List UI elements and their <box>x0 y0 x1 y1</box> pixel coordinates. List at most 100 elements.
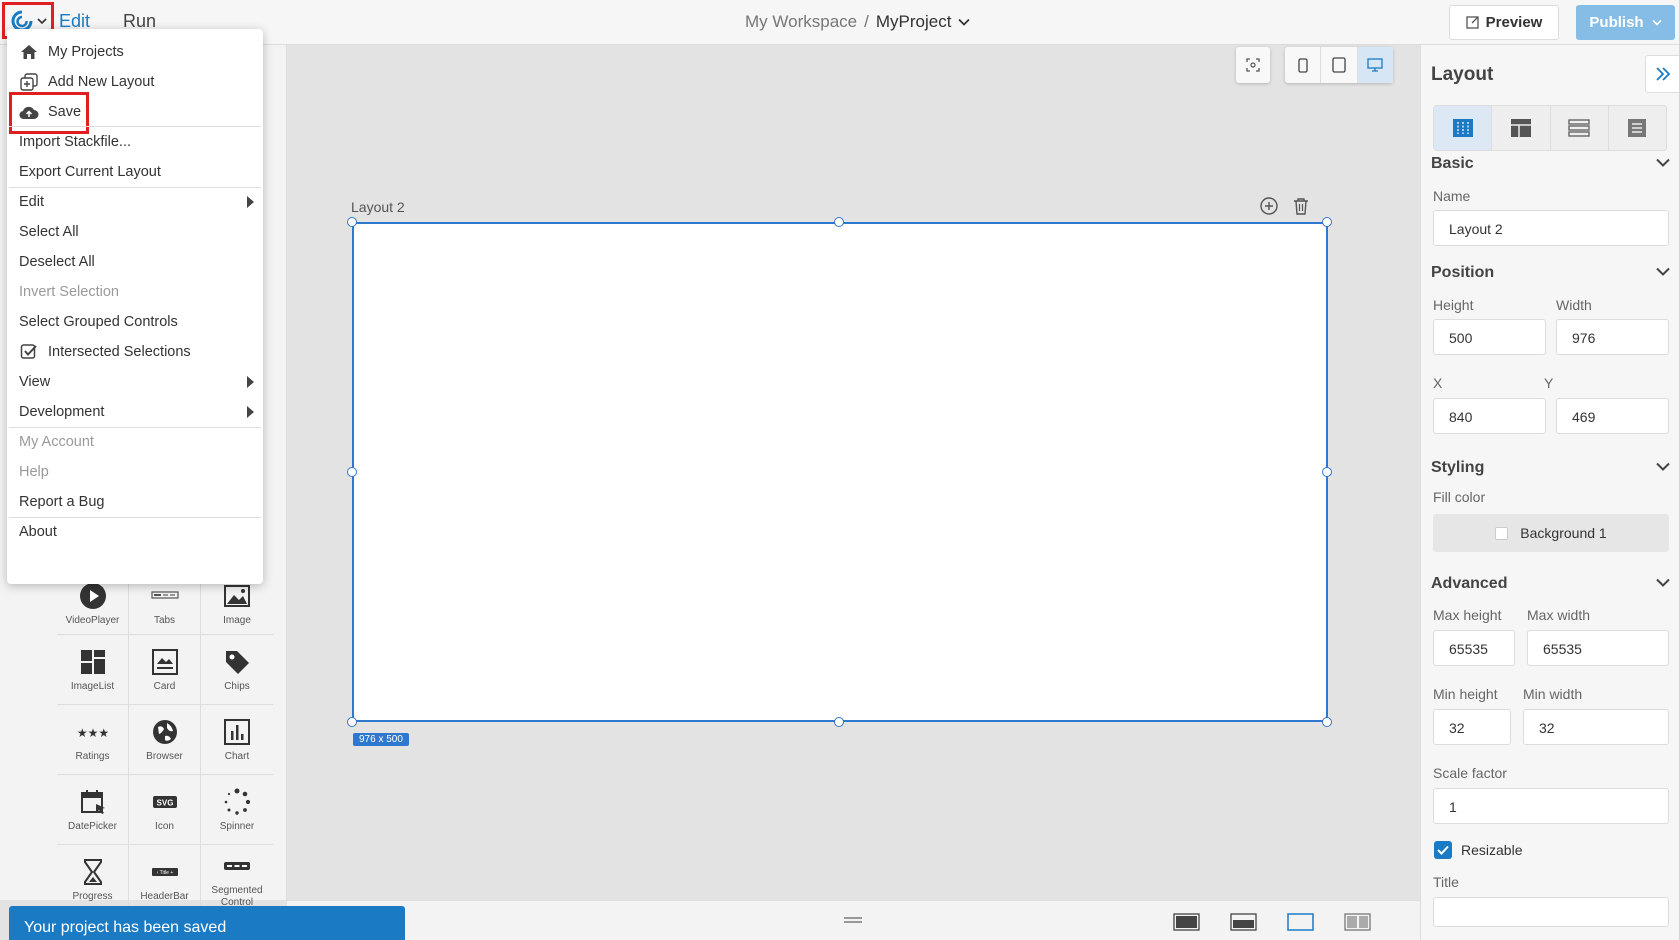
component-chart[interactable]: Chart <box>201 705 273 775</box>
layout-view-outline-icon[interactable] <box>1287 913 1314 935</box>
submenu-arrow-icon <box>247 376 254 388</box>
x-field[interactable]: 840 <box>1433 398 1546 434</box>
menu-item-deselect-all[interactable]: Deselect All <box>19 250 95 274</box>
resize-handle-top[interactable] <box>834 217 844 227</box>
menu-item-my-projects[interactable]: My Projects <box>19 40 124 64</box>
preview-button[interactable]: Preview <box>1449 5 1559 40</box>
width-field[interactable]: 976 <box>1556 319 1669 355</box>
tablet-icon <box>1332 57 1346 73</box>
chevron-down-icon[interactable] <box>1656 578 1670 587</box>
max-width-field[interactable]: 65535 <box>1527 630 1669 666</box>
height-field[interactable]: 500 <box>1433 319 1546 355</box>
chevron-down-icon[interactable] <box>958 18 971 26</box>
chevron-down-icon[interactable] <box>1656 158 1670 167</box>
breadcrumb: My Workspace / MyProject <box>745 12 971 32</box>
device-phone-button[interactable] <box>1285 47 1322 83</box>
min-height-label: Min height <box>1433 686 1498 702</box>
section-advanced-heading[interactable]: Advanced <box>1431 575 1507 593</box>
y-field[interactable]: 469 <box>1556 398 1669 434</box>
chevron-down-icon[interactable] <box>1656 267 1670 276</box>
resize-handle-left[interactable] <box>347 467 357 477</box>
layout-type-grid[interactable] <box>1492 106 1551 150</box>
component-browser[interactable]: Browser <box>129 705 201 775</box>
fit-to-screen-button[interactable] <box>1236 47 1270 83</box>
chart-icon <box>224 719 250 745</box>
breadcrumb-workspace[interactable]: My Workspace <box>745 12 857 32</box>
svg-text:SVG: SVG <box>156 799 173 808</box>
component-label: Tabs <box>153 615 176 626</box>
resize-handle-right[interactable] <box>1322 467 1332 477</box>
menu-item-import-stackfile[interactable]: Import Stackfile... <box>19 130 131 154</box>
menu-item-edit[interactable]: Edit <box>19 190 255 214</box>
min-height-field[interactable]: 32 <box>1433 709 1511 745</box>
resizable-checkbox[interactable]: Resizable <box>1434 841 1522 859</box>
collapse-panel-button[interactable] <box>1645 55 1679 93</box>
component-headerbar[interactable]: ‹ Title + HeaderBar <box>129 845 201 915</box>
device-tablet-button[interactable] <box>1321 47 1358 83</box>
resize-handle-bottom[interactable] <box>834 717 844 727</box>
layout-view-full-icon[interactable] <box>1173 913 1200 935</box>
menu-item-add-new-layout[interactable]: Add New Layout <box>19 70 154 94</box>
component-label: Spinner <box>219 821 255 832</box>
layout-view-columns-icon[interactable] <box>1344 913 1371 935</box>
breadcrumb-project[interactable]: MyProject <box>876 12 952 32</box>
menu-item-about[interactable]: About <box>19 520 57 544</box>
video-player-icon <box>79 583 106 609</box>
globe-icon <box>152 720 177 744</box>
layout-type-list[interactable] <box>1609 106 1666 150</box>
layout-type-rows[interactable] <box>1551 106 1609 150</box>
size-badge: 976 x 500 <box>353 733 409 746</box>
component-label: Image <box>223 615 251 626</box>
menu-item-label: Add New Layout <box>48 74 155 90</box>
component-ratings[interactable]: ★★★ Ratings <box>57 705 129 775</box>
component-label: Chart <box>224 751 250 762</box>
component-imagelist[interactable]: ImageList <box>57 635 129 705</box>
min-width-field[interactable]: 32 <box>1523 709 1669 745</box>
menu-item-export-current-layout[interactable]: Export Current Layout <box>19 160 161 184</box>
menu-item-report-a-bug[interactable]: Report a Bug <box>19 490 104 514</box>
menu-item-intersected-selections[interactable]: Intersected Selections <box>19 340 191 364</box>
section-position-heading[interactable]: Position <box>1431 264 1494 282</box>
device-preview-group <box>1285 47 1393 83</box>
add-layout-icon <box>19 72 39 92</box>
device-desktop-button[interactable] <box>1357 47 1393 83</box>
chevron-down-icon[interactable] <box>1656 462 1670 471</box>
resize-handle-top-right[interactable] <box>1322 217 1332 227</box>
menu-item-view[interactable]: View <box>19 370 255 394</box>
spinner-icon <box>224 788 251 815</box>
publish-button[interactable]: Publish <box>1576 5 1675 40</box>
section-styling-heading[interactable]: Styling <box>1431 459 1484 477</box>
section-basic-heading[interactable]: Basic <box>1431 155 1474 173</box>
bottom-toolbar <box>287 900 1420 940</box>
component-datepicker[interactable]: DatePicker <box>57 775 129 845</box>
scale-factor-field[interactable]: 1 <box>1433 788 1669 824</box>
resize-handle-bottom-right[interactable] <box>1322 717 1332 727</box>
name-field[interactable]: Layout 2 <box>1433 210 1669 246</box>
menu-item-select-grouped-controls[interactable]: Select Grouped Controls <box>19 310 178 334</box>
resize-handle-bottom-left[interactable] <box>347 717 357 727</box>
menu-divider <box>9 517 261 518</box>
component-label: Browser <box>146 751 183 762</box>
submenu-arrow-icon <box>247 196 254 208</box>
component-progress[interactable]: Progress <box>57 845 129 915</box>
component-segmented-control[interactable]: Segmented Control <box>201 845 273 915</box>
layout-type-columns[interactable] <box>1434 106 1493 150</box>
menu-item-label: My Account <box>19 434 94 450</box>
component-card[interactable]: Card <box>129 635 201 705</box>
fill-color-picker[interactable]: Background 1 <box>1433 514 1669 552</box>
component-icon[interactable]: SVG Icon <box>129 775 201 845</box>
layout-view-split-icon[interactable] <box>1230 913 1257 935</box>
resize-handle-top-left[interactable] <box>347 217 357 227</box>
max-height-field[interactable]: 65535 <box>1433 630 1515 666</box>
drag-handle-icon[interactable] <box>843 913 863 930</box>
menu-item-select-all[interactable]: Select All <box>19 220 79 244</box>
add-child-button[interactable] <box>1260 197 1278 219</box>
component-spinner[interactable]: Spinner <box>201 775 273 845</box>
preview-label: Preview <box>1485 14 1543 31</box>
menu-item-invert-selection: Invert Selection <box>19 280 119 304</box>
layout-frame[interactable] <box>352 222 1328 722</box>
delete-layout-button[interactable] <box>1293 197 1309 219</box>
component-chips[interactable]: Chips <box>201 635 273 705</box>
title-field[interactable] <box>1433 897 1669 927</box>
menu-item-development[interactable]: Development <box>19 400 255 424</box>
